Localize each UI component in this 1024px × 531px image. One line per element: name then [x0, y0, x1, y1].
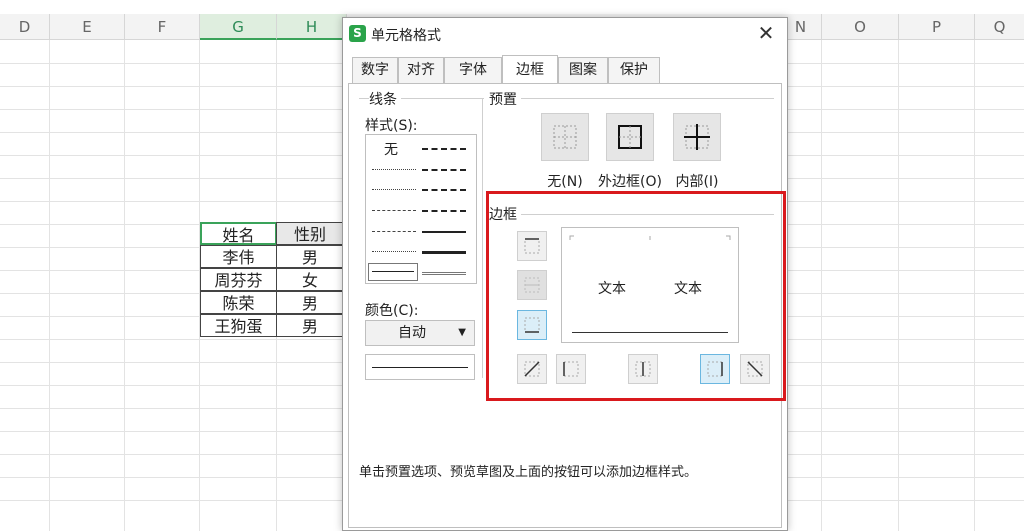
grid-line: [124, 40, 125, 531]
tab-alignment[interactable]: 对齐: [398, 57, 444, 83]
line-style-option[interactable]: [422, 148, 466, 150]
border-inside-icon: [684, 124, 710, 150]
line-style-option[interactable]: [422, 231, 466, 233]
color-line-preview: [365, 354, 475, 380]
group-divider: [489, 98, 774, 99]
border-preview[interactable]: 文本 文本: [561, 227, 739, 343]
border-inside-v-icon: [635, 361, 651, 377]
column-header-d[interactable]: D: [0, 14, 50, 40]
column-header-p[interactable]: P: [899, 14, 975, 40]
tab-border[interactable]: 边框: [502, 55, 558, 83]
border-none-icon: [553, 125, 577, 149]
tab-number[interactable]: 数字: [352, 57, 398, 83]
column-header-e[interactable]: E: [50, 14, 125, 40]
diagonal-up-icon: [524, 361, 540, 377]
border-inside-h-icon: [524, 277, 540, 293]
line-style-option[interactable]: [372, 231, 416, 232]
color-label: 颜色(C):: [365, 300, 423, 320]
border-diagonal-down-button[interactable]: [740, 354, 770, 384]
border-group-label: 边框: [489, 204, 521, 224]
preview-corner-marks: [569, 235, 731, 240]
preset-outline-label: 外边框(O): [598, 174, 662, 190]
line-style-option[interactable]: [422, 251, 466, 254]
column-header-f[interactable]: F: [125, 14, 200, 40]
border-tab-panel: 线条 样式(S): 无 颜色(C): 自动 ▼ 预置 无(N) 外边框(O) 内…: [348, 83, 782, 528]
border-left-icon: [563, 361, 579, 377]
format-cells-dialog: S 单元格格式 ✕ 数字 对齐 字体 边框 图案 保护 线条 样式(S): 无: [342, 17, 788, 531]
preset-outline-button[interactable]: [606, 113, 654, 161]
app-logo-icon: S: [349, 25, 366, 42]
column-header-o[interactable]: O: [822, 14, 899, 40]
line-style-option[interactable]: [372, 210, 416, 211]
line-style-option[interactable]: [422, 272, 466, 275]
diagonal-down-icon: [747, 361, 763, 377]
preset-none-label: 无(N): [547, 174, 583, 190]
border-top-icon: [524, 238, 540, 254]
preset-none-button[interactable]: [541, 113, 589, 161]
chevron-down-icon: ▼: [458, 327, 466, 338]
line-style-option[interactable]: [372, 189, 416, 190]
line-style-none[interactable]: 无: [384, 139, 398, 159]
preset-inside-button[interactable]: [673, 113, 721, 161]
group-divider: [482, 98, 483, 378]
column-header-h[interactable]: H: [277, 14, 347, 40]
dialog-titlebar[interactable]: S 单元格格式 ✕: [343, 18, 787, 50]
column-header-g[interactable]: G: [200, 14, 277, 40]
preset-inside-label: 内部(I): [675, 174, 719, 190]
table-cell[interactable]: 男: [276, 245, 344, 268]
grid-line: [898, 40, 899, 531]
table-cell[interactable]: 李伟: [200, 245, 277, 268]
table-cell[interactable]: 陈荣: [200, 291, 277, 314]
table-cell[interactable]: 男: [276, 291, 344, 314]
table-cell[interactable]: 女: [276, 268, 344, 291]
cell-header-name[interactable]: 姓名: [200, 222, 277, 245]
tab-pattern[interactable]: 图案: [558, 57, 608, 83]
border-right-icon: [707, 361, 723, 377]
grid-line: [821, 40, 822, 531]
line-style-selected[interactable]: [368, 263, 418, 281]
line-group-label: 线条: [369, 89, 401, 109]
tab-font[interactable]: 字体: [444, 57, 502, 83]
dialog-title: 单元格格式: [371, 28, 441, 44]
border-diagonal-up-button[interactable]: [517, 354, 547, 384]
border-middle-v-button[interactable]: [628, 354, 658, 384]
border-outline-icon: [618, 125, 642, 149]
line-style-list[interactable]: 无: [365, 134, 477, 284]
color-value: 自动: [398, 325, 426, 341]
preset-group-label: 预置: [489, 89, 521, 109]
line-style-option[interactable]: [372, 251, 416, 252]
border-bottom-button[interactable]: [517, 310, 547, 340]
cell-header-gender[interactable]: 性别: [276, 222, 344, 245]
table-cell[interactable]: 王狗蛋: [200, 314, 277, 337]
group-divider: [489, 214, 774, 215]
grid-line: [974, 40, 975, 531]
border-top-button[interactable]: [517, 231, 547, 261]
line-style-option[interactable]: [422, 189, 466, 191]
table-cell[interactable]: 周芬芬: [200, 268, 277, 291]
border-left-button[interactable]: [556, 354, 586, 384]
close-button[interactable]: ✕: [755, 22, 777, 44]
border-middle-h-button[interactable]: [517, 270, 547, 300]
border-bottom-icon: [524, 317, 540, 333]
color-dropdown[interactable]: 自动 ▼: [365, 320, 475, 346]
line-style-option[interactable]: [422, 210, 466, 212]
line-style-option[interactable]: [422, 169, 466, 171]
border-right-button[interactable]: [700, 354, 730, 384]
tab-protection[interactable]: 保护: [608, 57, 660, 83]
column-header-q[interactable]: Q: [975, 14, 1024, 40]
grid-line: [49, 40, 50, 531]
line-style-option[interactable]: [372, 169, 416, 170]
border-hint-text: 单击预置选项、预览草图及上面的按钮可以添加边框样式。: [359, 465, 698, 480]
table-cell[interactable]: 男: [276, 314, 344, 337]
style-label: 样式(S):: [365, 115, 422, 135]
